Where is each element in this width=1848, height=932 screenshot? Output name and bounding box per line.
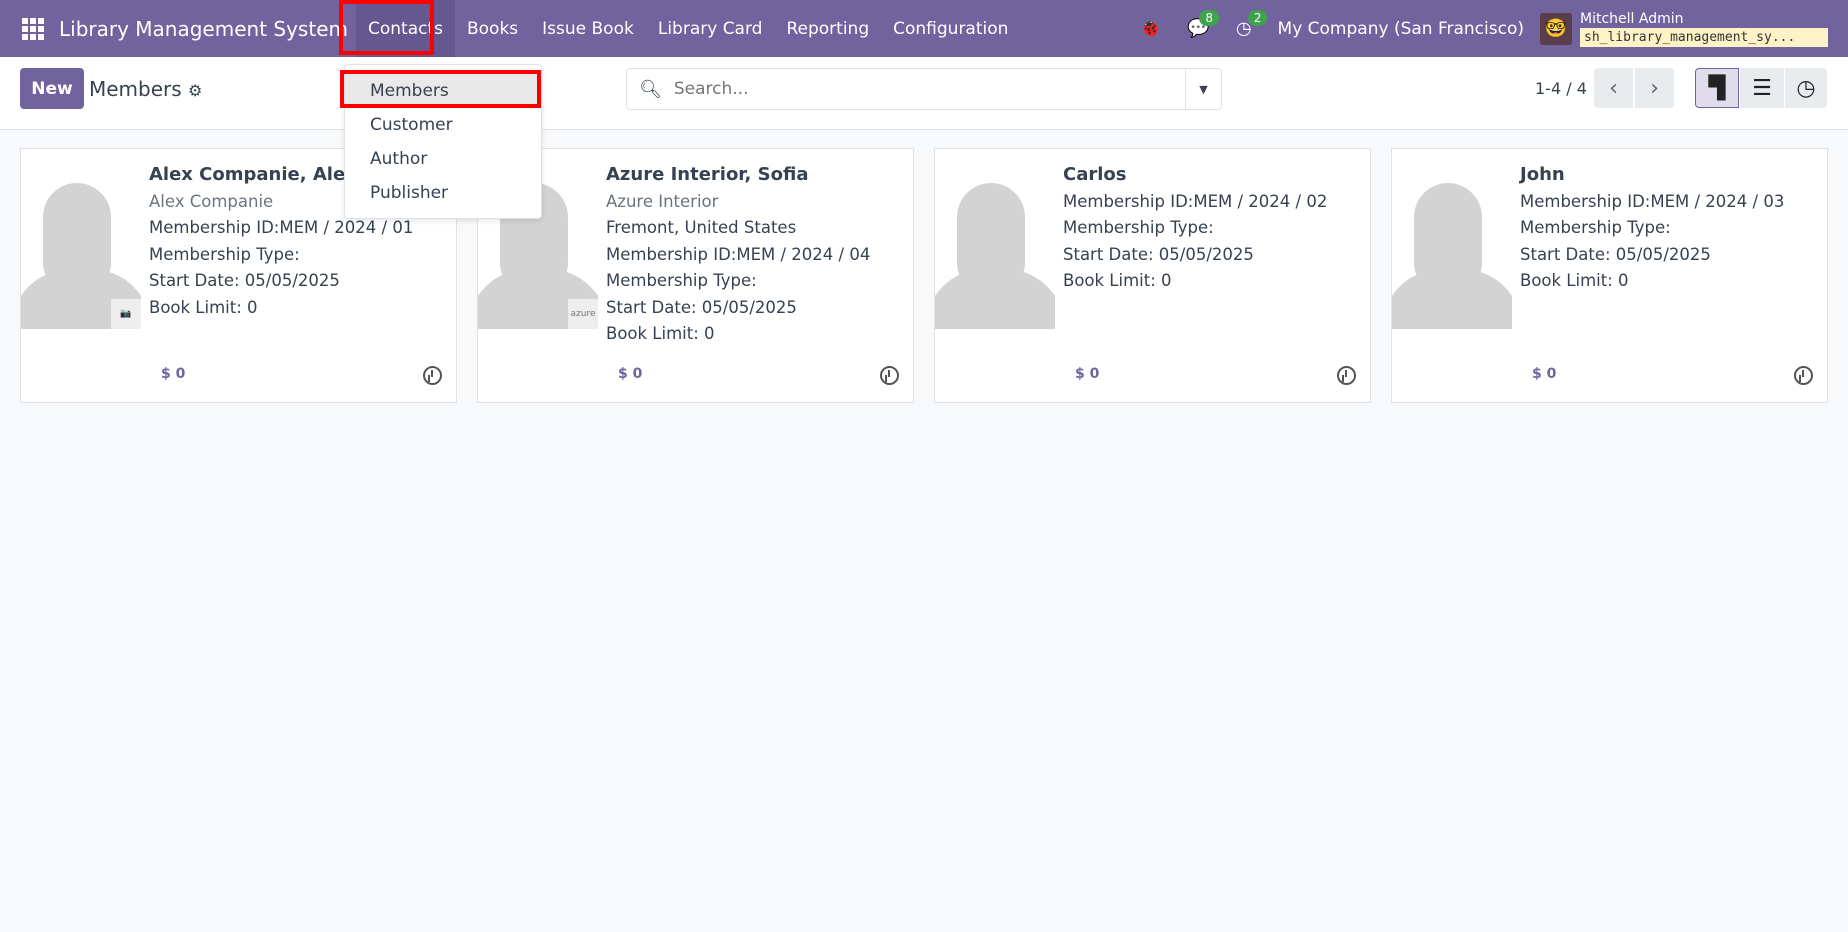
member-card[interactable]: azure Azure Interior, Sofia Azure Interi… [477,148,914,403]
menu-issue-book[interactable]: Issue Book [530,0,646,57]
start-date: Start Date: 05/05/2025 [1063,244,1254,264]
dropdown-item-publisher[interactable]: Publisher [345,176,541,210]
amount: $ 0 [161,366,186,382]
activity-clock-icon[interactable] [1337,366,1356,385]
pager-previous-button[interactable]: ‹ [1594,68,1633,108]
membership-id: Membership ID:MEM / 2024 / 03 [1520,191,1785,211]
amount: $ 0 [1532,366,1557,382]
debug-bug-icon[interactable]: 🐞 [1139,18,1161,39]
apps-menu-icon[interactable] [22,17,44,40]
activity-view-button[interactable]: ◷ [1785,68,1827,108]
kanban-view-button[interactable]: ▜ [1695,68,1739,108]
gear-icon[interactable]: ⚙ [188,81,202,100]
pager-value[interactable]: 1-4 / 4 [1535,79,1587,98]
activities-badge: 2 [1247,10,1268,26]
camera-icon: 📷 [111,299,141,329]
messages-icon[interactable]: 💬 8 [1187,10,1220,39]
membership-type: Membership Type: [1520,218,1671,237]
member-address: Fremont, United States [606,218,797,237]
book-limit: Book Limit: 0 [1520,271,1629,290]
user-avatar[interactable]: 🤓 [1540,12,1572,45]
search-icon: 🔍︎ [639,78,662,100]
membership-id: Membership ID:MEM / 2024 / 04 [606,244,871,264]
menu-reporting[interactable]: Reporting [774,0,881,57]
contacts-dropdown: Members Customer Author Publisher [344,64,542,219]
book-limit: Book Limit: 0 [1063,271,1172,290]
user-menu[interactable]: Mitchell Admin sh_library_management_sy.… [1580,11,1828,47]
member-name: Azure Interior, Sofia [606,164,809,185]
member-card[interactable]: Carlos Membership ID:MEM / 2024 / 02 Mem… [934,148,1371,403]
top-navbar: Library Management System Contacts Books… [0,0,1848,57]
menu-configuration[interactable]: Configuration [881,0,1020,57]
company-switcher[interactable]: My Company (San Francisco) [1278,19,1524,39]
dropdown-item-author[interactable]: Author [345,142,541,176]
member-card[interactable]: John Membership ID:MEM / 2024 / 03 Membe… [1391,148,1828,403]
membership-id: Membership ID:MEM / 2024 / 02 [1063,191,1328,211]
start-date: Start Date: 05/05/2025 [606,297,797,317]
breadcrumb-members: Members [89,77,182,101]
amount: $ 0 [618,366,643,382]
activity-clock-icon[interactable] [1794,366,1813,385]
pager-next-button[interactable]: › [1635,68,1674,108]
member-company: Azure Interior [606,191,719,211]
membership-type: Membership Type: [149,244,300,264]
menu-books[interactable]: Books [455,0,530,57]
list-view-button[interactable]: ☰ [1740,68,1784,108]
search-bar: 🔍︎ ▼ [626,68,1222,110]
membership-type: Membership Type: [1063,218,1214,237]
member-name: Carlos [1063,164,1127,185]
book-limit: Book Limit: 0 [606,324,715,343]
start-date: Start Date: 05/05/2025 [1520,244,1711,264]
membership-type: Membership Type: [606,271,757,290]
search-input[interactable] [673,79,1185,99]
control-panel: New Members ⚙ 🔍︎ ▼ 1-4 / 4 ‹ › ▜ ☰ ◷ [0,57,1848,130]
new-button[interactable]: New [20,68,84,109]
app-title[interactable]: Library Management System [59,17,348,41]
dropdown-item-customer[interactable]: Customer [345,108,541,142]
start-date: Start Date: 05/05/2025 [149,271,340,290]
page-title: Members ⚙ [89,77,202,101]
messages-badge: 8 [1199,10,1220,26]
avatar: 📷 [21,149,141,329]
amount: $ 0 [1075,366,1100,382]
menu-library-card[interactable]: Library Card [646,0,775,57]
user-name: Mitchell Admin [1580,10,1684,27]
activities-clock-icon[interactable]: ◷ 2 [1236,10,1268,39]
member-name: John [1520,164,1565,185]
book-limit: Book Limit: 0 [149,297,258,317]
menu-contacts[interactable]: Contacts [355,0,455,57]
company-logo: azure [568,299,598,329]
activity-clock-icon[interactable] [423,366,442,385]
search-options-toggle-icon[interactable]: ▼ [1185,69,1221,109]
avatar [1392,149,1512,329]
database-name: sh_library_management_sy... [1580,27,1828,47]
activity-clock-icon[interactable] [880,366,899,385]
avatar [935,149,1055,329]
dropdown-item-members[interactable]: Members [345,74,541,108]
